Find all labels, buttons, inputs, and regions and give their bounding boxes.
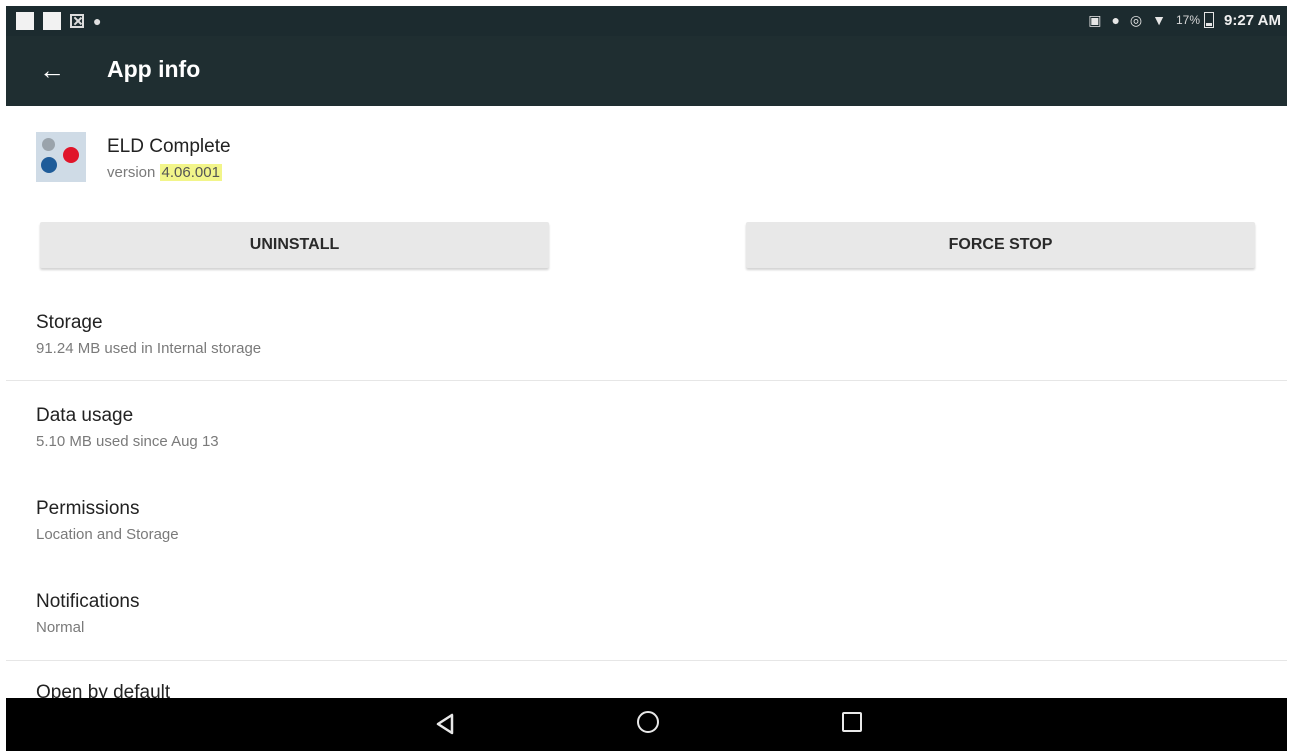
nav-recents-icon[interactable]	[842, 712, 862, 732]
page-title: App info	[107, 56, 201, 82]
app-info-screen: ● ▣ ● ◎ ▼ 17% 9:27 AM ← App info ELD Com…	[6, 6, 1287, 751]
app-logo-icon	[36, 132, 86, 182]
status-bar: ● ▣ ● ◎ ▼ 17% 9:27 AM	[6, 6, 1287, 36]
battery-percent: 17%	[1176, 13, 1201, 27]
settings-item-data-usage[interactable]: Data usage 5.10 MB used since Aug 13	[36, 405, 1266, 450]
clock: 9:27 AM	[1224, 11, 1281, 29]
item-title: Data usage	[36, 405, 134, 426]
settings-item-storage[interactable]: Storage 91.24 MB used in Internal storag…	[36, 312, 1266, 357]
item-title: Storage	[36, 312, 103, 333]
settings-item-permissions[interactable]: Permissions Location and Storage	[36, 498, 1266, 543]
wifi-icon: ▼	[1152, 12, 1166, 28]
uninstall-button[interactable]: UNINSTALL	[40, 222, 549, 268]
divider	[6, 660, 1287, 661]
settings-item-notifications[interactable]: Notifications Normal	[36, 591, 1266, 636]
item-subtitle: 91.24 MB used in Internal storage	[36, 340, 262, 357]
force-stop-button[interactable]: FORCE STOP	[746, 222, 1255, 268]
item-title: Permissions	[36, 498, 140, 519]
nav-back-icon[interactable]	[432, 710, 460, 738]
app-version: version 4.06.001	[107, 164, 222, 181]
notification-square-icon	[16, 12, 34, 30]
divider	[6, 380, 1287, 381]
version-number: 4.06.001	[159, 164, 222, 181]
version-label: version	[107, 164, 156, 181]
notification-square-icon	[43, 12, 61, 30]
arrow-back-icon[interactable]: ←	[36, 54, 68, 86]
item-subtitle: 5.10 MB used since Aug 13	[36, 433, 219, 450]
navigation-bar	[6, 698, 1287, 751]
nav-home-icon[interactable]	[637, 711, 659, 733]
close-box-icon	[70, 14, 84, 28]
app-name: ELD Complete	[107, 136, 231, 157]
cast-icon: ▣	[1088, 12, 1102, 28]
app-bar: ← App info	[6, 36, 1287, 106]
location-icon: ●	[1111, 12, 1120, 28]
item-title: Notifications	[36, 591, 140, 612]
item-subtitle: Location and Storage	[36, 526, 179, 543]
sync-icon: ◎	[1129, 12, 1143, 28]
battery-icon	[1204, 12, 1215, 28]
item-subtitle: Normal	[36, 619, 85, 636]
notification-dot-icon: ●	[93, 13, 102, 29]
